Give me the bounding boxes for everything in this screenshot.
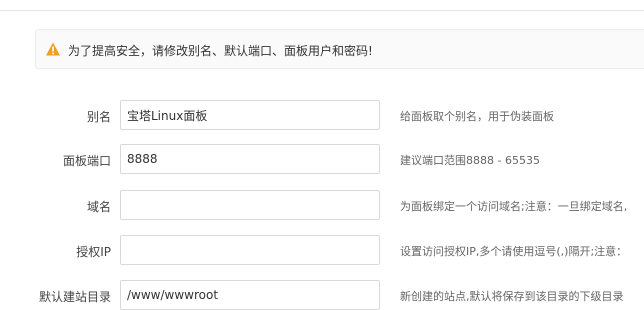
panel-port-label: 面板端口 [62, 154, 111, 168]
domain-hint: 为面板绑定一个访问域名;注意：一旦绑定域名, [400, 200, 628, 213]
form-row-domain: 域名 为面板绑定一个访问域名;注意：一旦绑定域名, [0, 190, 644, 222]
alert-message: 为了提高安全，请修改别名、默认端口、面板用户和密码! [68, 44, 373, 58]
form-row-panel-port: 面板端口 建议端口范围8888 - 65535 [0, 144, 644, 176]
alias-hint: 给面板取个别名，用于伪装面板 [400, 110, 554, 123]
domain-input[interactable] [120, 190, 380, 220]
authorized-ip-label: 授权IP [76, 245, 111, 259]
default-site-dir-label: 默认建站目录 [38, 290, 111, 304]
form-row-default-site-dir: 默认建站目录 新创建的站点,默认将保存到该目录的下级目录 [0, 280, 644, 310]
domain-label: 域名 [86, 200, 111, 214]
warning-icon [46, 42, 60, 56]
top-divider [0, 10, 644, 11]
default-site-dir-hint: 新创建的站点,默认将保存到该目录的下级目录 [400, 290, 624, 303]
default-site-dir-input[interactable] [120, 280, 380, 310]
form-row-alias: 别名 给面板取个别名，用于伪装面板 [0, 100, 644, 132]
alias-label: 别名 [86, 110, 111, 124]
security-alert: 为了提高安全，请修改别名、默认端口、面板用户和密码! [35, 29, 644, 69]
authorized-ip-hint: 设置访问授权IP,多个请使用逗号(,)隔开;注意： [400, 245, 628, 258]
panel-port-input[interactable] [120, 144, 380, 174]
form-row-authorized-ip: 授权IP 设置访问授权IP,多个请使用逗号(,)隔开;注意： [0, 235, 644, 267]
authorized-ip-input[interactable] [120, 235, 380, 265]
panel-settings-page: 为了提高安全，请修改别名、默认端口、面板用户和密码! 别名 给面板取个别名，用于… [0, 0, 644, 310]
panel-port-hint: 建议端口范围8888 - 65535 [400, 154, 540, 167]
alias-input[interactable] [120, 100, 380, 130]
